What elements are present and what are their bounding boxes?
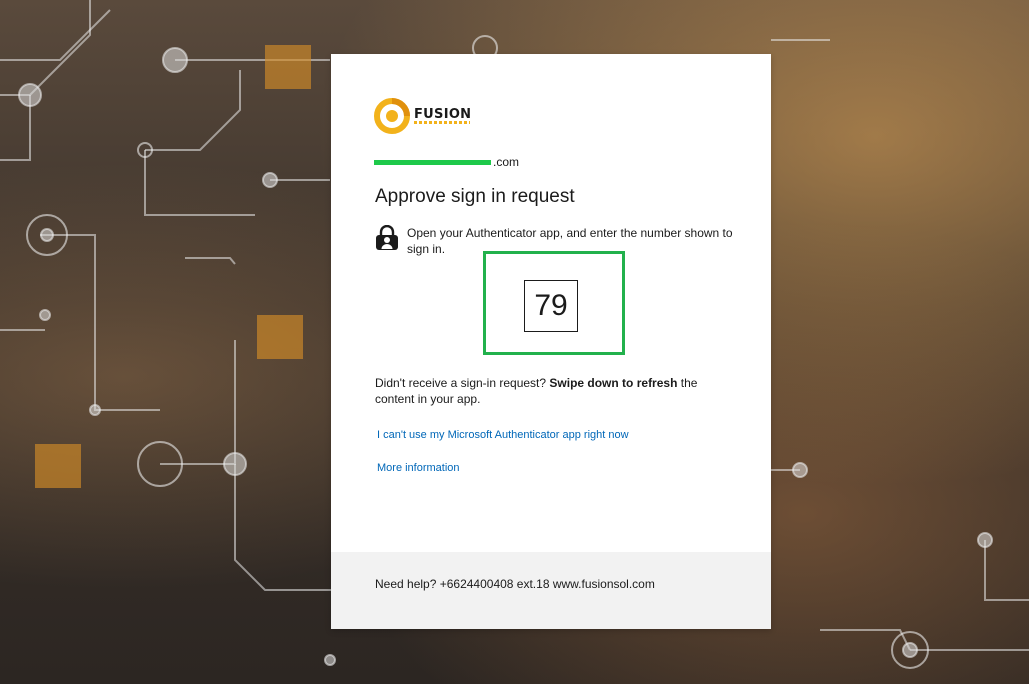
more-information-link[interactable]: More information [377, 462, 460, 474]
help-footer: Need help? +6624400408 ext.18 www.fusion… [331, 552, 771, 629]
sign-in-number: 79 [524, 280, 578, 332]
identity-redaction-bar [374, 160, 491, 165]
refresh-hint-prefix: Didn't receive a sign-in request? [375, 376, 550, 390]
authenticator-lock-icon [376, 225, 398, 250]
refresh-hint: Didn't receive a sign-in request? Swipe … [375, 375, 735, 407]
brand-tagline-decoration [414, 121, 470, 124]
identity-email-suffix: .com [493, 155, 520, 169]
sign-in-card: FUSION .com Approve sign in request Open… [331, 54, 771, 629]
help-footer-text: Need help? +6624400408 ext.18 www.fusion… [375, 577, 655, 591]
fusion-logo-icon [374, 98, 410, 134]
cant-use-authenticator-link[interactable]: I can't use my Microsoft Authenticator a… [377, 429, 629, 441]
brand-logo: FUSION [374, 97, 471, 135]
refresh-hint-bold: Swipe down to refresh [549, 376, 678, 390]
brand-name: FUSION [414, 106, 472, 122]
page-title: Approve sign in request [375, 186, 575, 207]
